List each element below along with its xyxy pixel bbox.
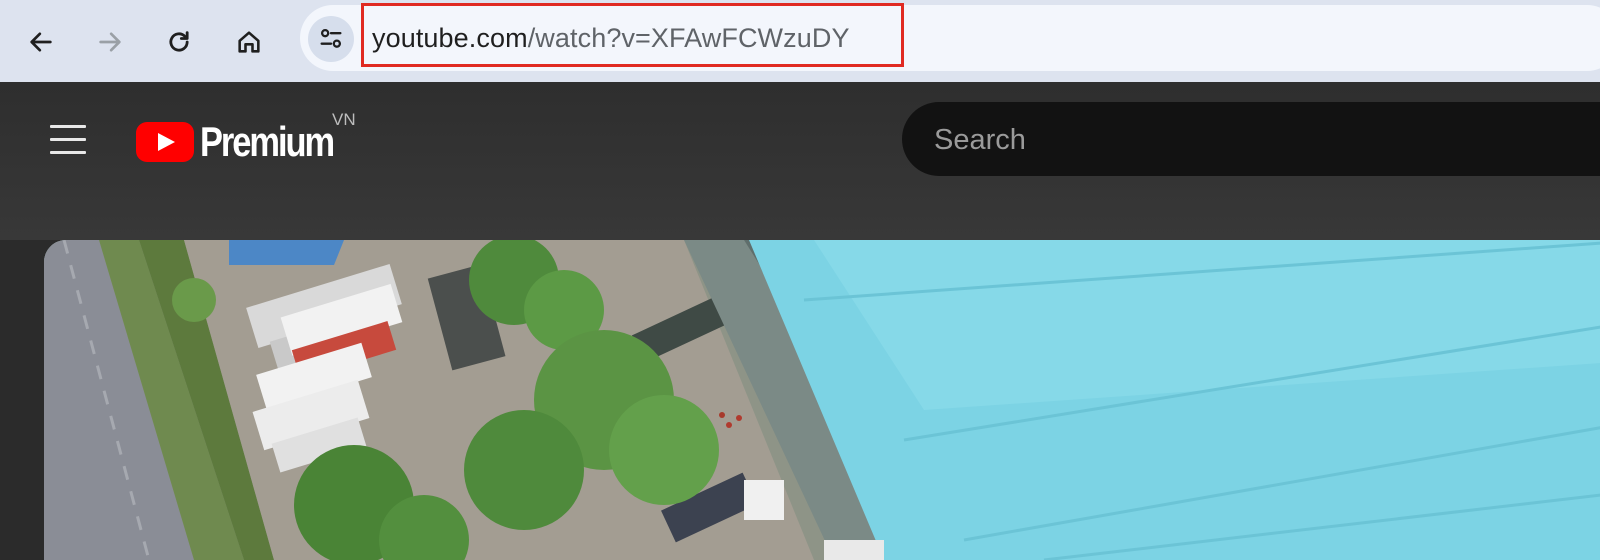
reload-button[interactable] xyxy=(157,20,201,64)
search-input[interactable] xyxy=(932,120,1536,160)
video-player[interactable] xyxy=(44,240,1600,560)
browser-toolbar: youtube.com/watch?v=XFAwFCWzuDY xyxy=(0,0,1600,82)
video-frame xyxy=(44,240,1600,560)
youtube-premium-logo[interactable]: Premium xyxy=(136,117,362,167)
region-code: VN xyxy=(332,110,356,129)
tune-icon xyxy=(320,28,342,48)
home-icon xyxy=(238,31,260,53)
logo-text: Premium xyxy=(200,118,335,165)
back-button[interactable] xyxy=(19,20,63,64)
arrow-left-icon xyxy=(30,32,52,52)
menu-button[interactable] xyxy=(46,120,90,160)
site-info-button[interactable] xyxy=(308,16,354,62)
home-button[interactable] xyxy=(227,20,271,64)
url-highlight-box xyxy=(361,3,904,67)
arrow-right-icon xyxy=(99,32,121,52)
youtube-play-icon xyxy=(136,122,194,162)
menu-icon xyxy=(50,125,86,128)
youtube-header: Premium VN xyxy=(0,82,1600,240)
forward-button[interactable] xyxy=(88,20,132,64)
search-bar[interactable] xyxy=(902,102,1600,176)
reload-icon xyxy=(169,31,189,52)
